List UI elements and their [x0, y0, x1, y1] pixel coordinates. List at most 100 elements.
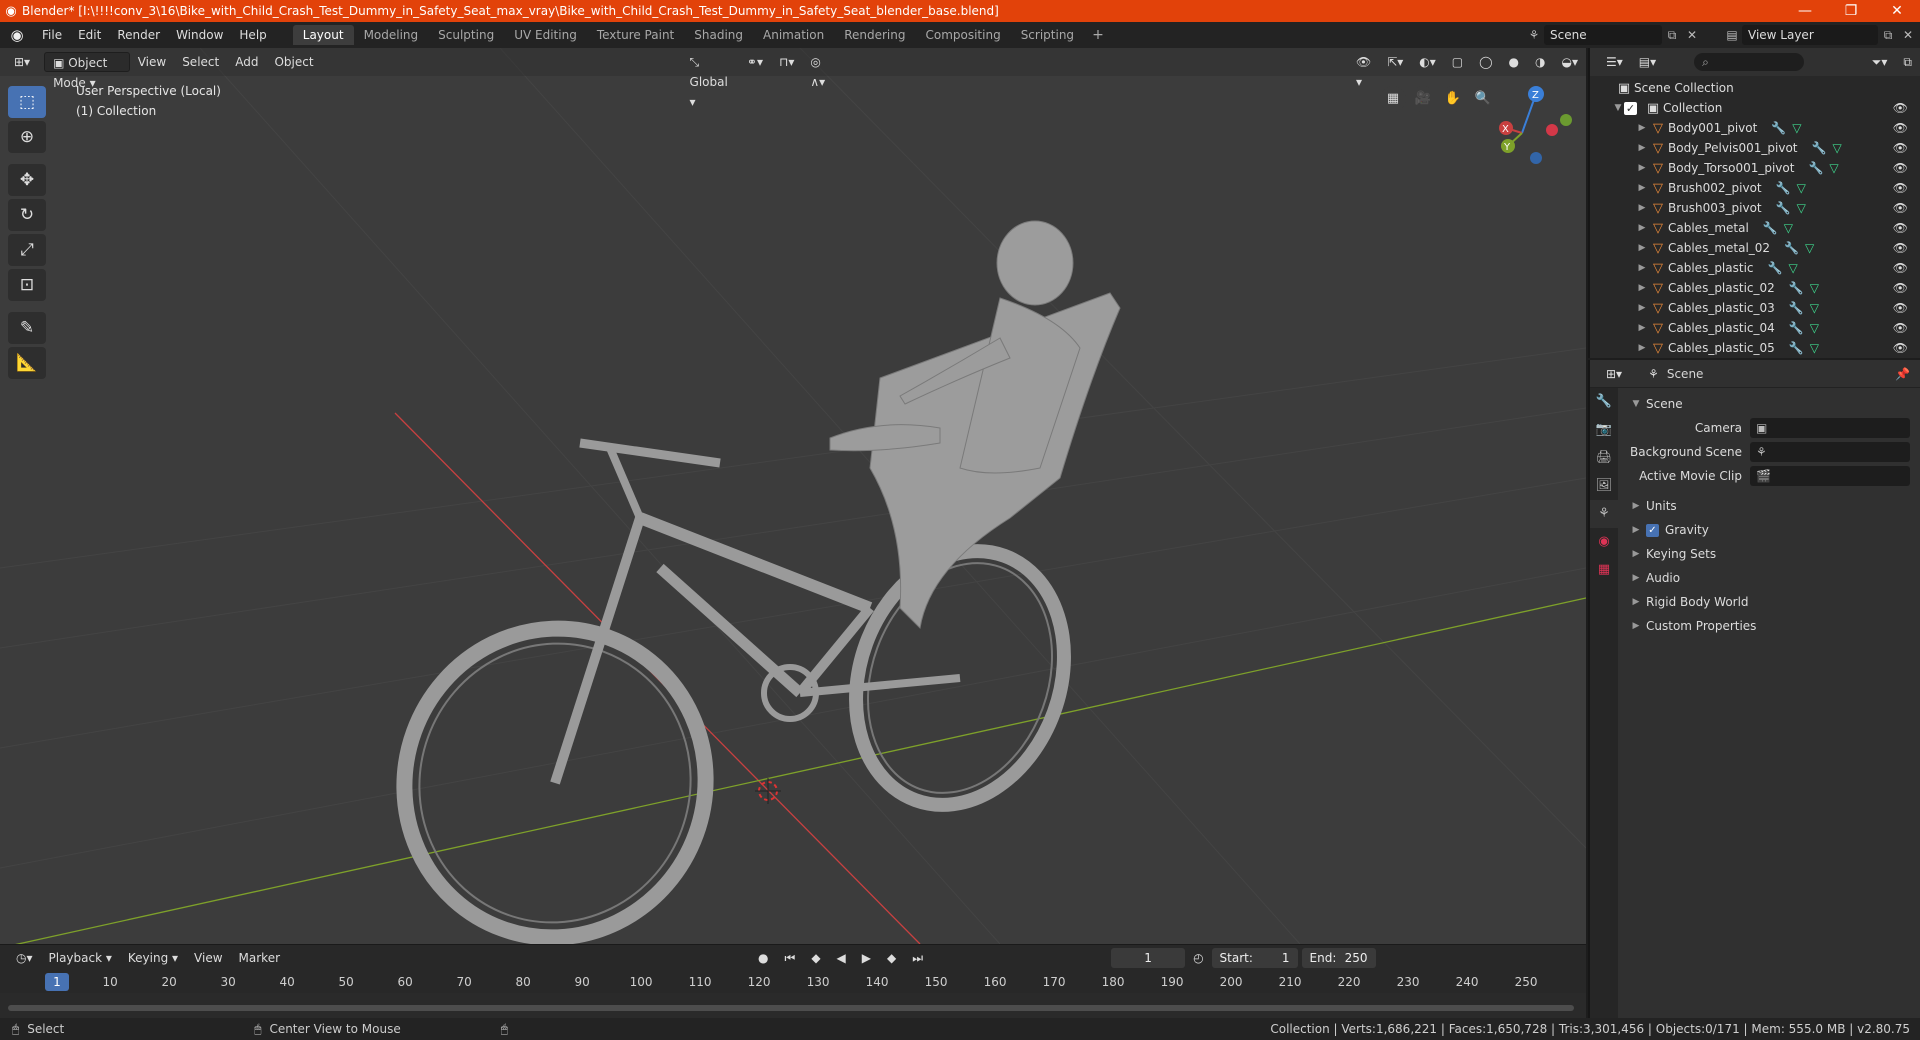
- menu-window[interactable]: Window: [168, 22, 231, 48]
- expand-triangle-icon[interactable]: ▶: [1636, 263, 1648, 273]
- child-seat-model[interactable]: [829, 220, 1121, 630]
- scene-name-field[interactable]: Scene: [1544, 25, 1662, 45]
- select-box-tool-icon[interactable]: ⬚: [8, 86, 46, 118]
- eye-icon[interactable]: 👁: [1893, 241, 1908, 255]
- collection-row[interactable]: ▼ ✓ ▣ Collection 👁: [1590, 98, 1920, 118]
- outliner-object-row[interactable]: ▶ ▽ Body_Torso001_pivot 🔧 ▽ 👁: [1590, 158, 1920, 178]
- outliner-object-row[interactable]: ▶ ▽ Body_Pelvis001_pivot 🔧 ▽ 👁: [1590, 138, 1920, 158]
- play-button[interactable]: ▶: [854, 948, 879, 968]
- modifier-wrench-icon[interactable]: 🔧: [1784, 241, 1799, 255]
- expand-triangle-icon[interactable]: ▶: [1636, 223, 1648, 233]
- expand-triangle-icon[interactable]: ▼: [1612, 103, 1624, 113]
- tab-animation[interactable]: Animation: [753, 25, 834, 45]
- mesh-data-icon[interactable]: ▽: [1810, 341, 1819, 355]
- orientation-dropdown[interactable]: ⤡ Global ▾: [682, 52, 739, 109]
- display-mode-icon[interactable]: ▤▾: [1631, 52, 1664, 72]
- tab-layout[interactable]: Layout: [292, 25, 354, 45]
- new-collection-icon[interactable]: ⧉: [1895, 52, 1920, 72]
- scene-panel-header[interactable]: ▼ Scene: [1620, 392, 1920, 416]
- snap-icon[interactable]: ⊓▾: [771, 52, 802, 72]
- eye-icon[interactable]: 👁: [1893, 141, 1908, 155]
- eye-icon[interactable]: 👁: [1893, 101, 1908, 115]
- pin-icon[interactable]: 📌: [1895, 367, 1910, 381]
- eye-icon[interactable]: 👁: [1893, 301, 1908, 315]
- navigation-gizmo[interactable]: Z X Y: [1499, 86, 1572, 164]
- editor-type-icon[interactable]: ⊞▾: [6, 52, 38, 72]
- overlay-icon[interactable]: ◐▾: [1411, 52, 1444, 72]
- timeline-ruler[interactable]: 1 10 20 30 40 50 60 70 80 90 100 110 120 130 140 150 160…: [0, 971, 1586, 993]
- eye-icon[interactable]: 👁: [1893, 261, 1908, 275]
- outliner-object-row[interactable]: ▶ ▽ Cables_metal 🔧 ▽ 👁: [1590, 218, 1920, 238]
- outliner-object-row[interactable]: ▶ ▽ Cables_metal_02 🔧 ▽ 👁: [1590, 238, 1920, 258]
- menu-render[interactable]: Render: [109, 22, 168, 48]
- menu-help[interactable]: Help: [231, 22, 274, 48]
- expand-triangle-icon[interactable]: ▶: [1636, 283, 1648, 293]
- jump-end-button[interactable]: ⏭: [904, 948, 931, 968]
- pan-hand-icon[interactable]: ✋: [1440, 86, 1466, 112]
- add-workspace-button[interactable]: +: [1084, 25, 1112, 45]
- eye-icon[interactable]: 👁: [1893, 181, 1908, 195]
- menu-view[interactable]: View: [130, 52, 174, 72]
- collection-checkbox[interactable]: ✓: [1624, 101, 1637, 115]
- tab-texture-paint[interactable]: Texture Paint: [587, 25, 684, 45]
- modifier-wrench-icon[interactable]: 🔧: [1771, 121, 1786, 135]
- new-scene-icon[interactable]: ⧉: [1662, 28, 1682, 43]
- shading-solid-icon[interactable]: ●: [1501, 52, 1527, 72]
- modifier-wrench-icon[interactable]: 🔧: [1789, 281, 1804, 295]
- outliner-editor-type-icon[interactable]: ☰▾: [1598, 52, 1631, 72]
- tab-uv-editing[interactable]: UV Editing: [504, 25, 587, 45]
- output-tab-icon[interactable]: 🖨: [1590, 444, 1618, 472]
- menu-object[interactable]: Object: [266, 52, 321, 72]
- mesh-data-icon[interactable]: ▽: [1797, 181, 1806, 195]
- end-frame-field[interactable]: End: 250: [1301, 948, 1376, 968]
- new-view-layer-icon[interactable]: ⧉: [1878, 28, 1898, 43]
- modifier-wrench-icon[interactable]: 🔧: [1808, 161, 1823, 175]
- mesh-data-icon[interactable]: ▽: [1810, 321, 1819, 335]
- tab-sculpting[interactable]: Sculpting: [428, 25, 504, 45]
- expand-triangle-icon[interactable]: ▶: [1636, 243, 1648, 253]
- movie-clip-field[interactable]: 🎬: [1750, 466, 1910, 486]
- custom-properties-panel-header[interactable]: ▶ Custom Properties: [1620, 614, 1920, 638]
- view-layer-tab-icon[interactable]: 🖼: [1590, 472, 1618, 500]
- play-reverse-button[interactable]: ◀: [829, 948, 854, 968]
- mesh-data-icon[interactable]: ▽: [1832, 141, 1841, 155]
- viewport-scene[interactable]: Z X Y: [0, 48, 1586, 944]
- menu-edit[interactable]: Edit: [70, 22, 109, 48]
- measure-tool-icon[interactable]: 📐: [8, 347, 46, 379]
- expand-triangle-icon[interactable]: ▶: [1636, 123, 1648, 133]
- camera-view-icon[interactable]: 🎥: [1410, 86, 1436, 112]
- keying-sets-panel-header[interactable]: ▶ Keying Sets: [1620, 542, 1920, 566]
- texture-tab-icon[interactable]: ▦: [1590, 556, 1618, 584]
- modifier-wrench-icon[interactable]: 🔧: [1776, 181, 1791, 195]
- view-layer-icon[interactable]: ▤: [1722, 28, 1742, 42]
- render-tab-icon[interactable]: 📷: [1590, 416, 1618, 444]
- expand-triangle-icon[interactable]: ▶: [1636, 203, 1648, 213]
- world-tab-icon[interactable]: ◉: [1590, 528, 1618, 556]
- zoom-icon[interactable]: 🔍: [1470, 86, 1496, 112]
- mesh-data-icon[interactable]: ▽: [1829, 161, 1838, 175]
- menu-add[interactable]: Add: [227, 52, 266, 72]
- current-frame-marker[interactable]: 1: [45, 973, 69, 991]
- annotate-tool-icon[interactable]: ✎: [8, 312, 46, 344]
- tool-tab-icon[interactable]: 🔧: [1590, 388, 1618, 416]
- expand-triangle-icon[interactable]: ▶: [1636, 163, 1648, 173]
- eye-icon[interactable]: 👁: [1893, 321, 1908, 335]
- modifier-wrench-icon[interactable]: 🔧: [1768, 261, 1783, 275]
- scene-icon[interactable]: ⚘: [1524, 28, 1544, 42]
- units-panel-header[interactable]: ▶ Units: [1620, 494, 1920, 518]
- scene-collection-row[interactable]: ▣ Scene Collection: [1590, 78, 1920, 98]
- mesh-data-icon[interactable]: ▽: [1797, 201, 1806, 215]
- expand-triangle-icon[interactable]: ▶: [1636, 183, 1648, 193]
- mesh-data-icon[interactable]: ▽: [1810, 281, 1819, 295]
- modifier-wrench-icon[interactable]: 🔧: [1776, 201, 1791, 215]
- properties-editor-type-icon[interactable]: ⊞▾: [1598, 364, 1630, 384]
- cursor-tool-icon[interactable]: ⊕: [8, 121, 46, 153]
- mode-dropdown[interactable]: ▣ Object Mode ▾: [44, 52, 130, 90]
- tab-rendering[interactable]: Rendering: [834, 25, 915, 45]
- mesh-data-icon[interactable]: ▽: [1805, 241, 1814, 255]
- record-button[interactable]: ●: [750, 948, 776, 968]
- outliner-object-row[interactable]: ▶ ▽ Cables_plastic_04 🔧 ▽ 👁: [1590, 318, 1920, 338]
- pivot-icon[interactable]: ⚭▾: [739, 52, 771, 72]
- outliner-object-row[interactable]: ▶ ▽ Cables_plastic_05 🔧 ▽ 👁: [1590, 338, 1920, 358]
- timeline-view-menu[interactable]: View: [186, 948, 230, 968]
